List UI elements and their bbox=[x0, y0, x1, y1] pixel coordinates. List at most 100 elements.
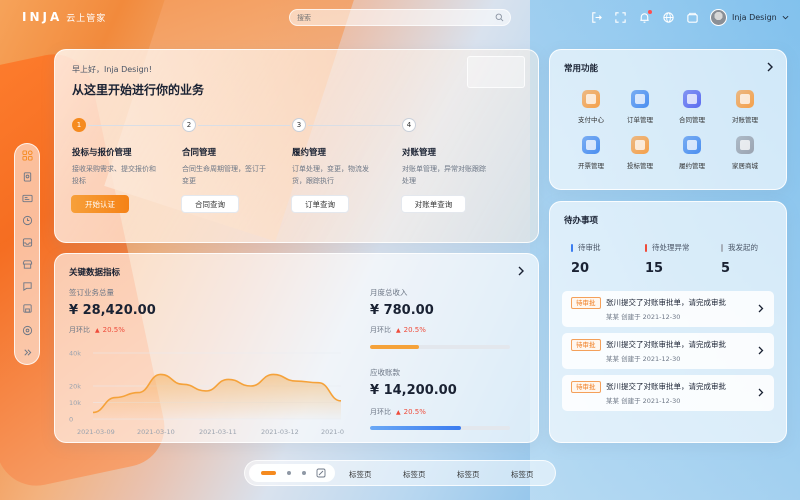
card-title: 待办事项 bbox=[564, 216, 599, 226]
monthly-progress-bar bbox=[370, 345, 510, 349]
function-order[interactable]: 订单管理 bbox=[615, 90, 665, 124]
fulfillment-icon[interactable] bbox=[683, 136, 701, 154]
stat-count: 15 bbox=[645, 261, 664, 276]
user-menu[interactable]: Inja Design bbox=[710, 9, 789, 26]
chevron-right-icon[interactable] bbox=[758, 346, 764, 355]
step-title: 投标与报价管理 bbox=[72, 148, 132, 158]
change-label: 月环比 bbox=[370, 326, 391, 334]
globe-icon[interactable] bbox=[662, 11, 675, 24]
clipboard-icon[interactable] bbox=[21, 170, 34, 183]
tab-label[interactable]: 标签页 bbox=[349, 469, 372, 480]
function-contract[interactable]: 合同管理 bbox=[667, 90, 717, 124]
inbox-icon[interactable] bbox=[21, 236, 34, 249]
todo-item[interactable]: 待审批 张川提交了对账审批单，请完成审批 某某 创建于 2021-12-30 bbox=[562, 333, 774, 369]
sidebar bbox=[14, 143, 40, 365]
step-description: 合同生命周期管理，签订于变更 bbox=[182, 165, 266, 185]
contract-icon[interactable] bbox=[683, 90, 701, 108]
chat-icon[interactable] bbox=[21, 280, 34, 293]
todo-stat-pending[interactable]: 待审批 20 bbox=[571, 242, 601, 276]
step-number: 1 bbox=[72, 118, 86, 132]
page-dot[interactable] bbox=[302, 471, 306, 475]
stat-bar bbox=[721, 243, 723, 252]
chevron-down-icon[interactable] bbox=[782, 15, 789, 20]
user-name: Inja Design bbox=[732, 13, 777, 22]
order-query-button[interactable]: 订单查询 bbox=[291, 195, 349, 213]
search-input[interactable] bbox=[297, 12, 487, 24]
dashboard-icon[interactable] bbox=[21, 149, 34, 162]
chevron-right-icon[interactable] bbox=[766, 62, 774, 72]
fullscreen-icon[interactable] bbox=[614, 11, 627, 24]
expand-icon[interactable] bbox=[21, 346, 34, 359]
function-invoice[interactable]: 开票管理 bbox=[566, 136, 616, 170]
function-label: 投标管理 bbox=[627, 162, 653, 170]
order-icon[interactable] bbox=[631, 90, 649, 108]
change-label: 月环比 bbox=[69, 326, 90, 334]
reconcile-icon[interactable] bbox=[736, 90, 754, 108]
edit-icon[interactable] bbox=[316, 468, 326, 478]
function-label: 开票管理 bbox=[578, 162, 604, 170]
key-data-card: 关键数据指标 签订业务总量 ¥ 28,420.00 月环比 ▲ 20.5% 40k 2… bbox=[54, 253, 539, 443]
function-fulfillment[interactable]: 履约管理 bbox=[667, 136, 717, 170]
change-value: 20.5% bbox=[403, 326, 426, 334]
metric-change: 月环比 ▲ 20.5% bbox=[370, 325, 426, 335]
bid-icon[interactable] bbox=[631, 136, 649, 154]
function-payment[interactable]: 支付中心 bbox=[566, 90, 616, 124]
todo-text: 张川提交了对账审批单，请完成审批 bbox=[606, 298, 726, 307]
search-box[interactable] bbox=[289, 9, 511, 26]
todo-stat-initiated[interactable]: 我发起的 5 bbox=[721, 242, 758, 276]
chevron-right-icon[interactable] bbox=[758, 388, 764, 397]
receivable-progress-bar bbox=[370, 426, 510, 430]
logo[interactable]: INJA 云上管家 bbox=[22, 10, 106, 24]
brand-name: 云上管家 bbox=[66, 14, 107, 24]
function-label: 家居商城 bbox=[732, 162, 758, 170]
top-icons bbox=[590, 10, 699, 24]
invoice-icon[interactable] bbox=[582, 136, 600, 154]
payment-icon[interactable] bbox=[582, 90, 600, 108]
mall-icon[interactable] bbox=[736, 136, 754, 154]
statement-query-button[interactable]: 对账单查询 bbox=[401, 195, 466, 213]
tab-label[interactable]: 标签页 bbox=[403, 469, 426, 480]
save-icon[interactable] bbox=[21, 302, 34, 315]
function-mall[interactable]: 家居商城 bbox=[720, 136, 770, 170]
metric-change: 月环比 ▲ 20.5% bbox=[69, 325, 125, 335]
greeting: 早上好，Inja Design! bbox=[72, 65, 152, 74]
chevron-right-icon[interactable] bbox=[517, 266, 525, 276]
active-indicator bbox=[261, 471, 276, 475]
up-arrow-icon: ▲ bbox=[396, 327, 401, 334]
active-tab[interactable] bbox=[249, 464, 335, 482]
top-bar: INJA云上管家 Inja Design bbox=[0, 0, 800, 36]
function-label: 订单管理 bbox=[627, 116, 653, 124]
logo-text: INJA bbox=[22, 10, 63, 24]
metric-label: 签订业务总量 bbox=[69, 288, 114, 297]
tab-label[interactable]: 标签页 bbox=[511, 469, 534, 480]
id-card-icon[interactable] bbox=[21, 192, 34, 205]
step-description: 接收采购需求、提交报价和投标 bbox=[72, 165, 156, 185]
clock-icon[interactable] bbox=[21, 214, 34, 227]
step-title: 履约管理 bbox=[292, 148, 327, 158]
logout-icon[interactable] bbox=[590, 11, 603, 24]
start-certification-button[interactable]: 开始认证 bbox=[71, 195, 129, 213]
step-title: 合同管理 bbox=[182, 148, 217, 158]
tab-label[interactable]: 标签页 bbox=[457, 469, 480, 480]
contract-query-button[interactable]: 合同查询 bbox=[181, 195, 239, 213]
search-icon[interactable] bbox=[495, 13, 504, 22]
chevron-right-icon[interactable] bbox=[758, 304, 764, 313]
todo-card: 待办事项 待审批 20 待处理异常 15 我发起的 5 待审批 张川提交了对账审… bbox=[549, 201, 787, 443]
bell-icon[interactable] bbox=[638, 10, 652, 24]
status-badge: 待审批 bbox=[571, 339, 601, 351]
area-chart: 40k 20k 10k 0 2021-03-09 2021-03-10 2021-03-1… bbox=[69, 350, 344, 437]
change-label: 月环比 bbox=[370, 408, 391, 416]
settings-icon[interactable] bbox=[21, 324, 34, 337]
wallet-icon[interactable] bbox=[686, 11, 699, 24]
progress-fill bbox=[370, 345, 419, 349]
stat-label: 待审批 bbox=[578, 243, 601, 252]
avatar[interactable] bbox=[710, 9, 727, 26]
function-bid[interactable]: 投标管理 bbox=[615, 136, 665, 170]
todo-stat-exceptions[interactable]: 待处理异常 15 bbox=[645, 242, 690, 276]
todo-item[interactable]: 待审批 张川提交了对账审批单，请完成审批 某某 创建于 2021-12-30 bbox=[562, 375, 774, 411]
metric-label: 应收账款 bbox=[370, 368, 400, 377]
page-dot[interactable] bbox=[287, 471, 291, 475]
todo-item[interactable]: 待审批 张川提交了对账审批单，请完成审批 某某 创建于 2021-12-30 bbox=[562, 291, 774, 327]
function-reconcile[interactable]: 对账管理 bbox=[720, 90, 770, 124]
store-icon[interactable] bbox=[21, 258, 34, 271]
